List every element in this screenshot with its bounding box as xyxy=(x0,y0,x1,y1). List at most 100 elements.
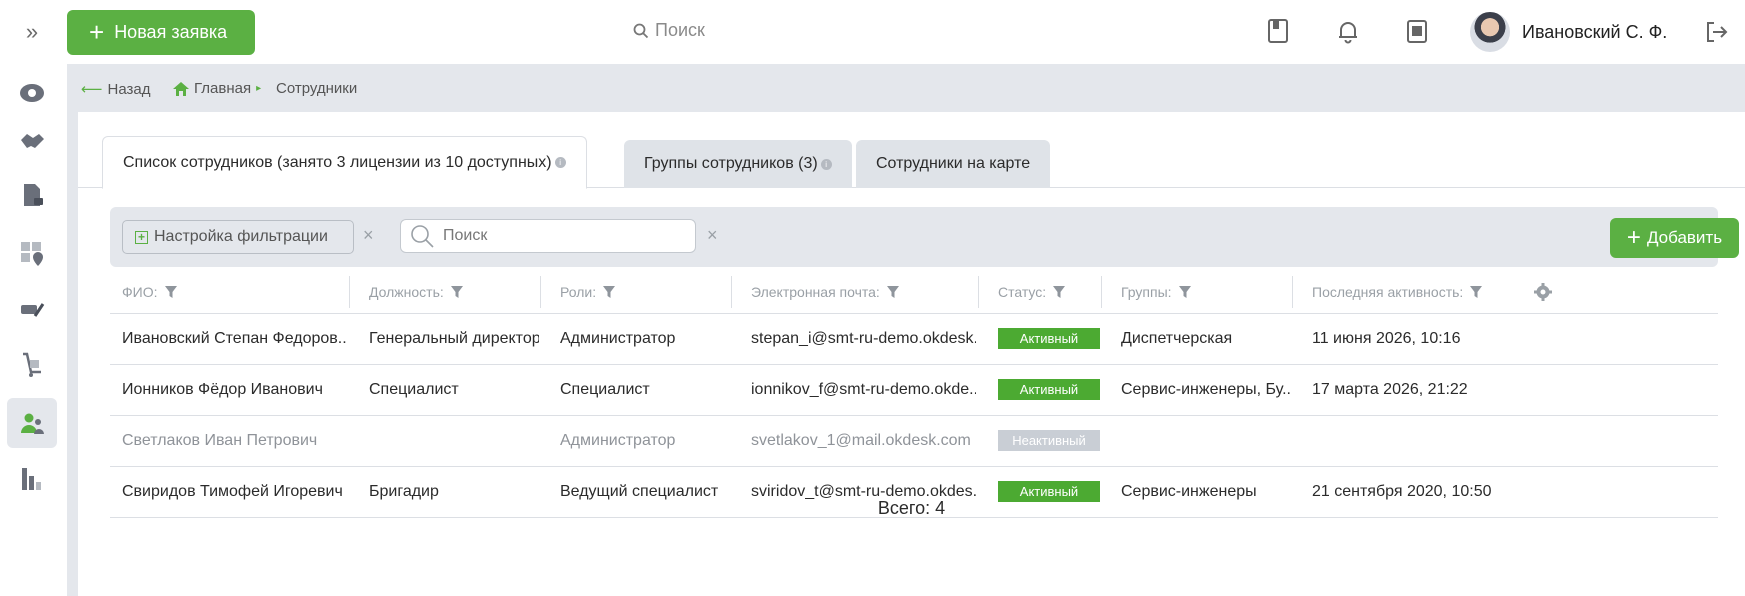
main-content: Список сотрудников (занято 3 лицензии из… xyxy=(78,112,1745,596)
filter-funnel-icon[interactable] xyxy=(164,285,178,299)
arrow-left-icon: ⟵ xyxy=(81,81,103,98)
expand-sidebar-icon[interactable]: » xyxy=(20,18,44,46)
document-icon xyxy=(24,184,43,206)
clear-filter-icon[interactable]: × xyxy=(363,225,374,246)
filter-funnel-icon[interactable] xyxy=(602,285,616,299)
plus-square-icon: + xyxy=(135,230,148,244)
add-employee-label: Добавить xyxy=(1646,228,1723,247)
breadcrumb-home-label: Главная xyxy=(194,80,252,97)
column-header-last-activity[interactable]: Последняя активность: xyxy=(1312,270,1483,314)
column-header-roles[interactable]: Роли: xyxy=(560,270,616,314)
status-badge: Неактивный xyxy=(998,430,1100,451)
sidebar-item-equipment[interactable] xyxy=(7,284,57,334)
sidebar-item-documents[interactable] xyxy=(7,170,57,220)
sidebar-item-employees[interactable] xyxy=(7,398,57,448)
cell-groups: Сервис-инженеры, Бу... xyxy=(1121,381,1291,398)
logout-icon[interactable] xyxy=(1702,18,1730,46)
cell-position xyxy=(369,416,539,466)
column-divider xyxy=(1292,276,1293,308)
map-pin-grid-icon xyxy=(21,242,43,266)
filter-funnel-icon[interactable] xyxy=(450,285,464,299)
column-header-label: Электронная почта: xyxy=(751,284,880,300)
table-row[interactable]: Ивановский Степан Федоров... Генеральный… xyxy=(110,314,1718,365)
filter-funnel-icon[interactable] xyxy=(1469,285,1483,299)
total-count: Всего: 4 xyxy=(877,498,946,518)
cell-last-activity: 17 марта 2026, 21:22 xyxy=(1312,381,1468,398)
user-menu[interactable]: Ивановский С. Ф. xyxy=(1470,8,1667,56)
filter-funnel-icon[interactable] xyxy=(1178,285,1192,299)
filter-toolbar: + Настройка фильтрации × Поиск × + Добав… xyxy=(110,207,1739,267)
info-icon[interactable]: i xyxy=(820,158,832,170)
sidebar-item-dashboard[interactable] xyxy=(7,68,57,118)
column-header-email[interactable]: Электронная почта: xyxy=(751,270,900,314)
table-row[interactable]: Светлаков Иван Петрович Администратор sv… xyxy=(110,416,1718,467)
filter-settings-label: Настройка фильтрации xyxy=(154,228,328,245)
cell-name: Ивановский Степан Федоров... xyxy=(122,330,346,347)
column-header-label: Должность: xyxy=(369,284,444,300)
clear-search-icon[interactable]: × xyxy=(707,225,718,246)
plus-icon: + xyxy=(89,16,105,47)
cart-icon xyxy=(23,352,41,377)
cell-role: Специалист xyxy=(560,381,650,398)
filter-funnel-icon[interactable] xyxy=(1052,285,1066,299)
status-badge: Активный xyxy=(998,379,1100,400)
column-divider xyxy=(731,276,732,308)
status-badge: Активный xyxy=(998,328,1100,349)
top-bar: » + Новая заявка Поиск Ивановский С. Ф. xyxy=(0,0,1745,64)
cell-email: svetlakov_1@mail.okdesk.com xyxy=(751,432,971,449)
column-header-position[interactable]: Должность: xyxy=(369,270,464,314)
column-divider xyxy=(978,276,979,308)
cell-last-activity xyxy=(1312,416,1512,466)
cell-groups xyxy=(1121,416,1291,466)
breadcrumb-home[interactable]: Главная ▸ xyxy=(173,80,261,97)
handshake-icon xyxy=(21,134,44,148)
calculator-icon[interactable] xyxy=(1402,16,1432,46)
sidebar-item-clients[interactable] xyxy=(7,116,57,166)
search-icon xyxy=(633,23,649,38)
tab-employees-map[interactable]: Сотрудники на карте xyxy=(856,140,1051,188)
sidebar-item-reports[interactable] xyxy=(7,454,57,504)
plus-icon: + xyxy=(1626,224,1641,251)
tab-bar: Список сотрудников (занято 3 лицензии из… xyxy=(78,136,1745,189)
sidebar-item-objects[interactable] xyxy=(7,228,57,278)
filter-settings-button[interactable]: + Настройка фильтрации xyxy=(122,220,354,254)
add-employee-button[interactable]: + Добавить xyxy=(1610,218,1739,258)
column-header-status[interactable]: Статус: xyxy=(998,270,1066,314)
avatar xyxy=(1470,12,1510,52)
cell-role: Администратор xyxy=(560,432,676,449)
eye-icon xyxy=(20,84,44,102)
bar-chart-icon xyxy=(22,468,41,490)
search-icon xyxy=(411,225,434,248)
sidebar-item-warehouse[interactable] xyxy=(7,340,57,390)
new-ticket-label: Новая заявка xyxy=(114,22,228,42)
tab-employee-list[interactable]: Список сотрудников (занято 3 лицензии из… xyxy=(102,136,587,189)
breadcrumb-current: Сотрудники xyxy=(276,80,357,97)
cell-position: Специалист xyxy=(369,381,459,398)
employee-search-input[interactable]: Поиск xyxy=(400,219,696,253)
cell-role: Администратор xyxy=(560,330,676,347)
notifications-bell-icon[interactable] xyxy=(1333,16,1363,46)
users-icon xyxy=(21,413,44,434)
cell-position: Генеральный директор xyxy=(369,330,539,347)
tab-employee-groups-label: Группы сотрудников (3) xyxy=(644,155,818,172)
column-header-groups[interactable]: Группы: xyxy=(1121,270,1192,314)
wrench-icon xyxy=(21,303,45,317)
table-row[interactable]: Ионников Фёдор Иванович Специалист Специ… xyxy=(110,365,1718,416)
info-icon[interactable]: i xyxy=(554,157,566,168)
tab-employees-map-label: Сотрудники на карте xyxy=(876,155,1031,172)
global-search[interactable]: Поиск xyxy=(633,20,705,41)
tab-employee-groups[interactable]: Группы сотрудников (3) i xyxy=(624,140,852,188)
cell-email: stepan_i@smt-ru-demo.okdesk... xyxy=(751,330,976,347)
tab-employee-list-label: Список сотрудников (занято 3 лицензии из… xyxy=(123,153,552,171)
home-icon xyxy=(173,81,189,96)
knowledge-base-icon[interactable] xyxy=(1263,16,1293,46)
back-link[interactable]: ⟵ Назад xyxy=(81,80,151,99)
gear-icon[interactable] xyxy=(1534,283,1552,301)
employees-table: ФИО: Должность: Роли: Электронная почта:… xyxy=(110,270,1718,518)
column-header-label: ФИО: xyxy=(122,284,158,300)
global-search-placeholder: Поиск xyxy=(655,20,705,40)
column-header-label: Роли: xyxy=(560,284,597,300)
new-ticket-button[interactable]: + Новая заявка xyxy=(67,10,255,55)
filter-funnel-icon[interactable] xyxy=(886,285,900,299)
column-header-name[interactable]: ФИО: xyxy=(122,270,178,314)
